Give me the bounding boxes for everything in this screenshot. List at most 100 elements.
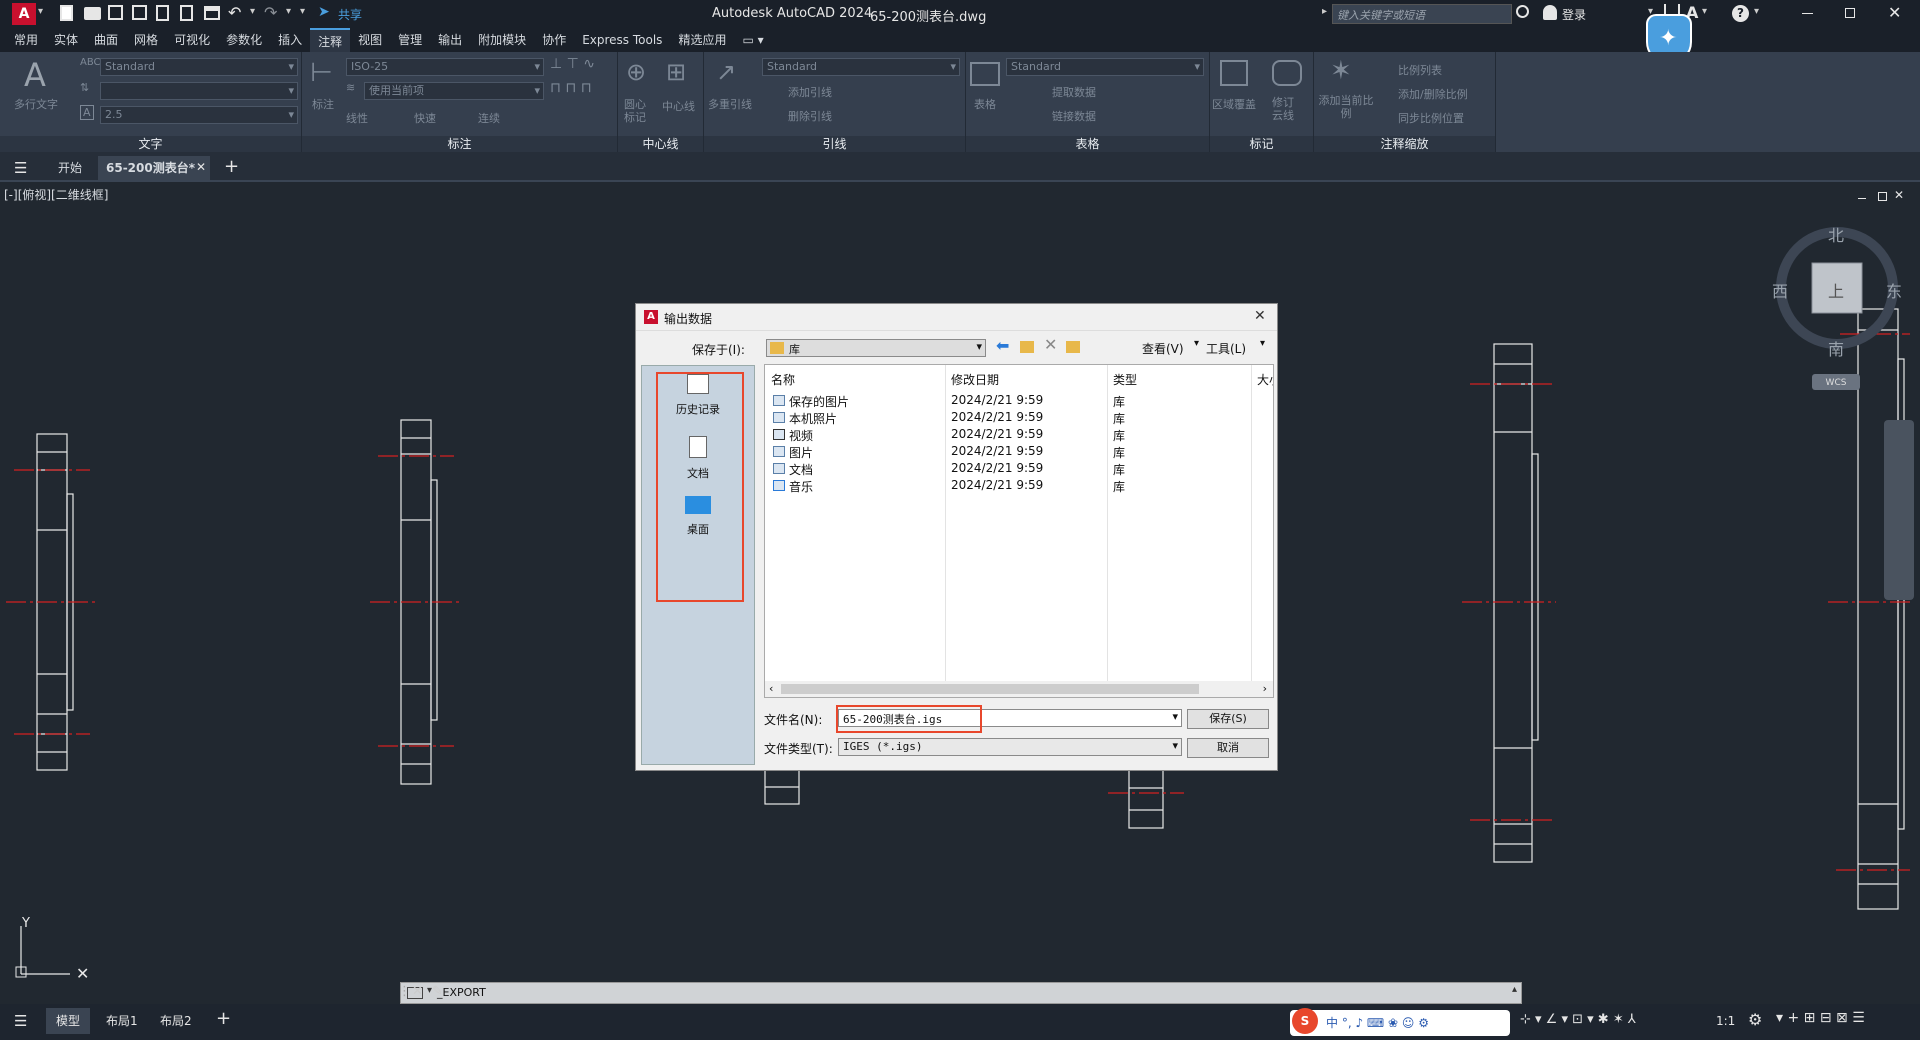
add-leader-button[interactable]: 添加引线 — [788, 84, 832, 100]
sync-scale-button[interactable]: 同步比例位置 — [1398, 110, 1464, 126]
status-extra-icons[interactable]: ▾ + ⊞ ⊟ ⊠ ☰ — [1776, 1010, 1865, 1026]
layout-menu-icon[interactable]: ☰ — [14, 1012, 27, 1030]
column-name[interactable]: 名称 — [771, 371, 795, 388]
file-row[interactable]: 音乐 2024/2/21 9:59 库 — [765, 476, 1265, 496]
viewcube-west[interactable]: 西 — [1772, 278, 1788, 302]
new-folder-icon[interactable] — [1066, 341, 1080, 353]
layout1-tab[interactable]: 布局1 — [106, 1008, 138, 1034]
new-file-icon[interactable] — [60, 5, 73, 21]
find-text-field[interactable] — [100, 82, 298, 100]
add-current-scale-button[interactable]: 添加当前比例 — [1318, 94, 1374, 120]
dim-tools-icon[interactable]: ⊥ ⊤ ∿ — [550, 56, 595, 72]
ribbon-tab[interactable]: 精选应用 — [670, 28, 734, 52]
dim-style-combo[interactable]: ISO-25 — [346, 58, 544, 76]
save-in-combo[interactable]: 库 ▾ — [766, 339, 986, 357]
ribbon-tab[interactable]: 协作 — [534, 28, 574, 52]
settings-gear-icon[interactable]: ⚙ — [1748, 1010, 1762, 1029]
layout2-tab[interactable]: 布局2 — [160, 1008, 192, 1034]
tools-menu[interactable]: 工具(L) — [1206, 340, 1246, 357]
ribbon-tab[interactable]: 输出 — [430, 28, 470, 52]
open-folder-icon[interactable] — [84, 7, 101, 20]
minimize-icon[interactable] — [1802, 13, 1813, 14]
app-logo[interactable]: A — [12, 3, 36, 25]
tools-dropdown-icon[interactable]: ▾ — [1260, 338, 1265, 349]
command-customize-icon[interactable]: ✎ — [432, 984, 443, 999]
ribbon-tab[interactable]: 实体 — [46, 28, 86, 52]
ribbon-tab[interactable]: 注释 — [310, 28, 351, 52]
chevron-down-icon[interactable]: ▾ — [38, 6, 43, 17]
viewcube-east[interactable]: 东 — [1886, 278, 1902, 302]
layer-icon[interactable]: ≋ — [346, 81, 355, 94]
markup-panel-label[interactable]: 标记 — [1210, 136, 1313, 152]
dim-break-icon[interactable]: ⊓ ⊓ ⊓ — [550, 80, 592, 96]
user-icon[interactable] — [1543, 5, 1557, 20]
close-icon[interactable]: ✕ — [1888, 3, 1901, 22]
redo-dropdown-icon[interactable]: ▾ — [286, 6, 291, 17]
text-height-icon[interactable]: A — [80, 105, 94, 120]
add-remove-scale-button[interactable]: 添加/删除比例 — [1398, 86, 1468, 102]
command-scroll-up-icon[interactable]: ▴ — [1512, 984, 1517, 995]
save-in-dropdown-icon[interactable]: ▾ — [976, 340, 982, 353]
linear-dim-button[interactable]: 线性 — [346, 110, 368, 126]
ribbon-tab[interactable]: 曲面 — [86, 28, 126, 52]
views-menu[interactable]: 查看(V) — [1142, 340, 1184, 357]
dimension-panel-label[interactable]: 标注 — [302, 136, 617, 152]
a-dropdown-icon[interactable]: ▾ — [1702, 6, 1707, 17]
close-tab-icon[interactable]: ✕ — [196, 160, 206, 174]
viewcube-top-label[interactable]: 上 — [1828, 278, 1844, 302]
column-modified[interactable]: 修改日期 — [951, 371, 999, 388]
save-as-icon[interactable] — [132, 5, 147, 20]
ime-toolbar[interactable]: S 中 °, ♪ ⌨ ❀ ☺ ⚙ — [1290, 1008, 1510, 1036]
plot-setup-icon[interactable] — [180, 5, 193, 21]
filename-dropdown-icon[interactable]: ▾ — [1172, 710, 1178, 723]
wcs-button[interactable]: WCS — [1812, 374, 1860, 390]
multiline-text-icon[interactable]: A — [24, 56, 46, 94]
login-button[interactable]: 登录 — [1562, 6, 1586, 23]
centerline-icon[interactable]: ⊞ — [666, 58, 686, 86]
scroll-thumb[interactable] — [781, 684, 1199, 694]
restore-icon[interactable] — [1845, 8, 1855, 18]
drawing-tab[interactable]: 65-200测表台* — [98, 156, 210, 180]
ribbon-tab[interactable]: 参数化 — [218, 28, 270, 52]
text-panel-label[interactable]: 文字 — [0, 136, 301, 152]
scroll-right-icon[interactable]: › — [1263, 682, 1267, 695]
ribbon-tab[interactable]: 可视化 — [166, 28, 218, 52]
leader-style-combo[interactable]: Standard — [762, 58, 960, 76]
search-expand-icon[interactable]: ▸ — [1322, 6, 1327, 17]
wipeout-icon[interactable] — [1220, 60, 1248, 86]
web-save-icon[interactable] — [156, 5, 169, 21]
column-type[interactable]: 类型 — [1113, 371, 1137, 388]
model-tab[interactable]: 模型 — [46, 1008, 91, 1034]
annotation-scale[interactable]: 1:1 — [1716, 1014, 1735, 1028]
ribbon-tab[interactable]: Express Tools — [574, 28, 670, 52]
leader-panel-label[interactable]: 引线 — [704, 136, 965, 152]
ribbon-tab[interactable]: 视图 — [350, 28, 390, 52]
navigation-bar[interactable] — [1884, 420, 1914, 600]
help-dropdown-icon[interactable]: ▾ — [1754, 6, 1759, 17]
ribbon-tab[interactable]: 插入 — [270, 28, 310, 52]
ime-tools-icon[interactable]: 中 °, ♪ ⌨ ❀ ☺ ⚙ — [1326, 1014, 1429, 1031]
find-text-icon[interactable]: ⇅ — [80, 81, 89, 94]
new-tab-icon[interactable]: + — [224, 156, 239, 177]
centerline-panel-label[interactable]: 中心线 — [618, 136, 703, 152]
ribbon-tab[interactable]: 常用 — [6, 28, 46, 52]
remove-leader-button[interactable]: 删除引线 — [788, 108, 832, 124]
link-data-button[interactable]: 链接数据 — [1052, 108, 1096, 124]
revcloud-button[interactable]: 修订云线 — [1272, 96, 1304, 122]
file-list[interactable]: ^ 名称 修改日期 类型 大小 保存的图片2024/2/21 9:59库本机照片… — [764, 364, 1274, 698]
multileader-icon[interactable]: ↗ — [716, 58, 736, 86]
annotation-scale-panel-label[interactable]: 注释缩放 — [1314, 136, 1495, 152]
dialog-close-icon[interactable]: ✕ — [1254, 308, 1266, 324]
check-spelling-icon[interactable]: ABC — [80, 57, 101, 68]
menu-hamburger-icon[interactable]: ☰ — [14, 159, 27, 177]
start-tab[interactable]: 开始 — [50, 156, 90, 180]
viewcube-north[interactable]: 北 — [1828, 222, 1844, 246]
share-button[interactable]: 共享 — [338, 6, 362, 23]
table-button[interactable]: 表格 — [974, 96, 996, 112]
ribbon-tab[interactable]: 附加模块 — [470, 28, 534, 52]
horizontal-scrollbar[interactable]: ‹ › — [765, 681, 1273, 697]
undo-dropdown-icon[interactable]: ▾ — [250, 6, 255, 17]
filetype-dropdown-icon[interactable]: ▾ — [1172, 739, 1178, 752]
dim-layer-combo[interactable]: 使用当前项 — [364, 82, 544, 100]
save-icon[interactable] — [108, 5, 123, 20]
